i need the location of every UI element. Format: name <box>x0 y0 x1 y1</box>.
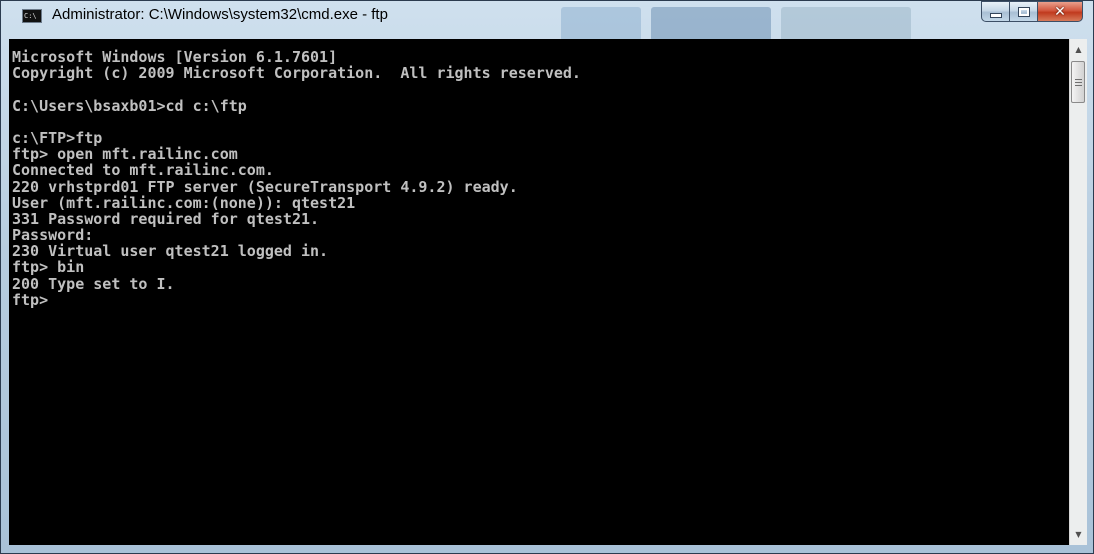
console-prompt[interactable]: ftp> <box>12 292 1069 308</box>
title-bar[interactable]: C:\ Administrator: C:\Windows\system32\c… <box>1 1 1093 37</box>
caption-buttons: ✕ <box>981 1 1083 23</box>
console-output[interactable]: Microsoft Windows [Version 6.1.7601] Copy… <box>9 39 1069 545</box>
scroll-down-arrow-icon[interactable]: ▼ <box>1070 526 1087 543</box>
console-line: User (mft.railinc.com:(none)): qtest21 <box>12 193 356 212</box>
minimize-icon <box>989 13 1002 18</box>
cmd-window: C:\ Administrator: C:\Windows\system32\c… <box>0 0 1094 554</box>
maximize-button[interactable] <box>1009 1 1037 22</box>
close-button[interactable]: ✕ <box>1037 1 1083 22</box>
cmd-icon[interactable]: C:\ <box>22 9 42 23</box>
scroll-up-arrow-icon[interactable]: ▲ <box>1070 41 1087 58</box>
console-line: 220 vrhstprd01 FTP server (SecureTranspo… <box>12 177 518 196</box>
console-line: ftp> bin <box>12 258 85 277</box>
grip-icon <box>1074 78 1082 86</box>
console-line: 200 Type set to I. <box>12 274 175 293</box>
console-line: ftp> open mft.railinc.com <box>12 145 238 164</box>
console-line: Password: <box>12 226 94 245</box>
vertical-scrollbar[interactable]: ▲ ▼ <box>1069 39 1087 545</box>
close-icon: ✕ <box>1054 3 1066 20</box>
console-line: c:\FTP>ftp <box>12 128 103 147</box>
console-line: Microsoft Windows [Version 6.1.7601] <box>12 48 338 66</box>
console-line: Connected to mft.railinc.com. <box>12 161 274 180</box>
minimize-button[interactable] <box>981 1 1009 22</box>
scroll-thumb[interactable] <box>1071 61 1085 103</box>
console-line: 331 Password required for qtest21. <box>12 209 320 228</box>
console-line: C:\Users\bsaxb01>cd c:\ftp <box>12 96 247 115</box>
console-line: 230 Virtual user qtest21 logged in. <box>12 242 329 261</box>
console-text: Microsoft Windows [Version 6.1.7601] Copy… <box>9 39 1069 308</box>
window-title: Administrator: C:\Windows\system32\cmd.e… <box>52 6 388 23</box>
console-line: Copyright (c) 2009 Microsoft Corporation… <box>12 64 581 83</box>
maximize-icon <box>1017 6 1030 17</box>
